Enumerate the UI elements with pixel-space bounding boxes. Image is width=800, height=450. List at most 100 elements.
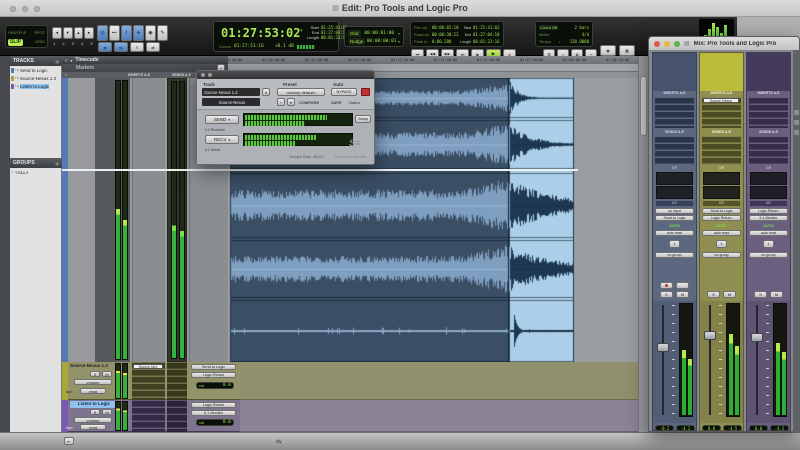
- mix-titlebar[interactable]: ▤ Mix: Pro Tools and Logic Pro: [649, 37, 799, 50]
- output-meter-window-button[interactable]: ▦: [619, 45, 635, 56]
- meter-label[interactable]: Meter: [539, 32, 549, 37]
- zoom-vertical-down-button[interactable]: ▼: [62, 26, 73, 39]
- input-selector[interactable]: Send to Logic: [702, 208, 741, 214]
- groups-header-gear-icon[interactable]: ◎: [56, 161, 60, 166]
- sends-column-header[interactable]: SENDS A-E: [172, 73, 191, 77]
- output-selector[interactable]: 5.1 Monitor: [749, 215, 788, 221]
- record-enable-button[interactable]: [660, 282, 673, 289]
- volume-display[interactable]: volume: [74, 379, 112, 385]
- grid-value[interactable]: 00:00:01:00: [364, 31, 394, 36]
- output-selector[interactable]: Logic Return: [702, 215, 741, 221]
- input-selector[interactable]: Logic Return: [749, 208, 788, 214]
- link-timeline-button[interactable]: ▪▸: [114, 42, 128, 52]
- group-list-item-all[interactable]: ▪ <ALL>: [10, 168, 61, 176]
- aux-sends-column[interactable]: [167, 400, 187, 432]
- pre-roll-toggle-button[interactable]: ◉: [600, 45, 616, 56]
- plugin-minimize-icon[interactable]: [208, 73, 212, 77]
- insertion-follows-button[interactable]: ⇄: [146, 42, 160, 52]
- timebase-label[interactable]: Timecode: [75, 57, 98, 63]
- grabber-tool-button[interactable]: ✛: [133, 25, 144, 41]
- scrollbar-thumb[interactable]: [640, 76, 647, 136]
- pencil-tool-button[interactable]: ✎: [157, 25, 168, 41]
- main-counter-value[interactable]: 01:27:53:02: [221, 26, 300, 40]
- insert-slot-source-nexus[interactable]: Source-Nexus: [703, 98, 739, 103]
- fader-cap[interactable]: [704, 331, 716, 340]
- dyn-display[interactable]: [656, 186, 693, 199]
- grid-mode-button[interactable]: GRID: [35, 40, 45, 44]
- sends-slots[interactable]: [655, 136, 694, 165]
- dyn-display[interactable]: [703, 186, 740, 199]
- eq-display[interactable]: [750, 172, 787, 185]
- insert-slot-source-nexus[interactable]: Source-Nex: [133, 364, 163, 369]
- sends-slots[interactable]: [702, 136, 741, 165]
- preroll-label[interactable]: Pre-roll: [414, 25, 430, 30]
- eq-display[interactable]: [703, 172, 740, 185]
- automation-mode-button[interactable]: read: [80, 388, 106, 394]
- aux-track-name[interactable]: Listen to Logic: [70, 401, 118, 408]
- timebase-ruler-label[interactable]: ≡ ▾ Timecode: [62, 56, 228, 64]
- solo-button[interactable]: S: [90, 409, 100, 415]
- fade-value[interactable]: 0:00.280: [432, 39, 451, 44]
- inserts-column[interactable]: [132, 78, 165, 362]
- count-off-label[interactable]: Count Off: [539, 25, 559, 30]
- spot-mode-button[interactable]: SPOT: [34, 30, 45, 35]
- automation-mode-selector[interactable]: auto read: [655, 230, 694, 236]
- ruler-view-menu-icon[interactable]: ≡: [65, 73, 67, 77]
- inserts-slots[interactable]: [749, 97, 788, 128]
- tempo-value[interactable]: 120.0000: [570, 39, 589, 44]
- trim-tool-button[interactable]: ⊷: [109, 25, 120, 41]
- markers-label[interactable]: Markers: [76, 65, 94, 71]
- group-selector[interactable]: no group: [702, 252, 741, 258]
- t-end-value[interactable]: 01:27:04:18: [473, 32, 500, 37]
- t-start-value[interactable]: 01:25:41:02: [473, 25, 500, 30]
- plugin-target-button[interactable]: [361, 88, 370, 96]
- plugin-automation-mini-button[interactable]: a: [262, 88, 270, 96]
- output-selector[interactable]: Send to Logic: [655, 215, 694, 221]
- input-selector[interactable]: no input: [655, 208, 694, 214]
- plugin-next-preset-button[interactable]: ▾: [287, 98, 295, 106]
- peak-readout[interactable]: -4.2: [676, 425, 695, 431]
- aux-track-lane-a[interactable]: [240, 362, 648, 400]
- grid-caret-icon[interactable]: ▾: [398, 31, 400, 36]
- aux-output-selector[interactable]: Logic Return: [191, 372, 236, 378]
- peak-readout[interactable]: -4.2: [770, 425, 789, 431]
- postroll-label[interactable]: Post-roll: [414, 32, 430, 37]
- zoomer-tool-button[interactable]: ◎: [97, 25, 108, 41]
- zoom-vertical-up-button[interactable]: ▲: [73, 26, 84, 39]
- ruler-caret-icon[interactable]: ▾: [70, 58, 72, 63]
- scrubber-tool-button[interactable]: ◉: [145, 25, 156, 41]
- link-track-button[interactable]: ≡: [130, 42, 144, 52]
- mix-minimize-icon[interactable]: [664, 40, 670, 47]
- nudge-caret-icon[interactable]: ▾: [398, 39, 400, 44]
- group-selector[interactable]: no group: [655, 252, 694, 258]
- plugin-prev-preset-button[interactable]: +: [277, 98, 285, 106]
- aux-input-selector[interactable]: Logic Return: [191, 402, 236, 408]
- aux-inserts-column[interactable]: Source-Nex: [132, 362, 165, 400]
- plugin-safe-button[interactable]: SAFE: [331, 100, 342, 105]
- window-titlebar[interactable]: ▤ Edit: Pro Tools and Logic Pro: [0, 0, 800, 17]
- tempo-label[interactable]: Tempo: [539, 39, 551, 44]
- inserts-column-header[interactable]: INSERTS A-E: [128, 73, 150, 77]
- automation-mode-selector[interactable]: auto read: [749, 230, 788, 236]
- solo-button[interactable]: S: [707, 291, 720, 298]
- group-selector[interactable]: no group: [749, 252, 788, 258]
- ruler-menu-icon[interactable]: ≡: [65, 58, 67, 63]
- input-monitor-button[interactable]: [676, 282, 689, 289]
- footer-left-scroll-button[interactable]: ⇤: [64, 437, 74, 445]
- track-list-item-source-nexus[interactable]: ▪ ▸ Source-Nexus 1.3: [10, 74, 61, 82]
- solo-button[interactable]: S: [660, 291, 673, 298]
- volume-readout[interactable]: 0.0: [749, 425, 768, 431]
- track-name[interactable]: Source-Nexus 1.3: [20, 76, 56, 81]
- aux-input-selector[interactable]: Send to Logic: [191, 364, 236, 370]
- aux-inserts-column[interactable]: [132, 400, 165, 432]
- recv-selector[interactable]: RECV ▾: [205, 135, 239, 144]
- fader-cap[interactable]: [751, 333, 763, 342]
- volume-display[interactable]: volume: [74, 417, 112, 423]
- inserts-slots[interactable]: Source-Nexus: [702, 97, 741, 128]
- nudge-value[interactable]: 00:00:00:01: [367, 39, 397, 44]
- group-name[interactable]: <ALL>: [15, 170, 28, 175]
- plugin-compare-button[interactable]: COMPARE: [299, 100, 319, 105]
- edit-vertical-scrollbar[interactable]: [638, 56, 648, 432]
- aux-volume-readout[interactable]: vol 0.0: [196, 382, 234, 389]
- zoom-out-horizontal-button[interactable]: ◄: [52, 26, 62, 39]
